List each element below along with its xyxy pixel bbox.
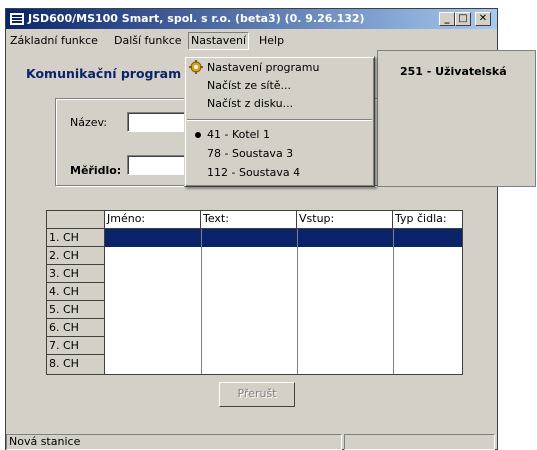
menu-item-nacist-z-disku[interactable]: Načíst z disku... (207, 95, 293, 113)
menu-help[interactable]: Help (257, 33, 286, 49)
menu-bar: Základní funkce Další funkce Nastavení H… (6, 30, 497, 50)
column-divider (297, 229, 298, 374)
column-header-vstup[interactable]: Vstup: (297, 211, 393, 229)
window-title: JSD600/MS100 Smart, spol. s r.o. (beta3)… (28, 12, 365, 25)
column-header-text[interactable]: Text: (201, 211, 297, 229)
column-divider (393, 229, 394, 374)
row-header-ch3[interactable]: 3. CH (47, 265, 105, 283)
stop-button[interactable]: Přerušt (219, 382, 295, 407)
menu-item-nacist-ze-site[interactable]: Načíst ze sítě... (207, 77, 291, 95)
menu-zakladni-funkce[interactable]: Základní funkce (8, 33, 100, 49)
close-button[interactable]: ✕ (475, 12, 491, 26)
row-header-ch8[interactable]: 8. CH (47, 355, 105, 374)
column-divider (201, 229, 202, 374)
row-header-ch2[interactable]: 2. CH (47, 247, 105, 265)
meter-label: Měřidlo: (70, 164, 122, 177)
nastaveni-dropdown-menu: Nastavení programu Načíst ze sítě... Nač… (184, 56, 375, 187)
menu-item-station-78[interactable]: 78 - Soustava 3 (207, 145, 293, 163)
menu-item-station-41[interactable]: 41 - Kotel 1 (207, 126, 270, 144)
minimize-button[interactable]: _ (439, 12, 455, 26)
menu-item-station-112[interactable]: 112 - Soustava 4 (207, 164, 300, 182)
title-bar[interactable]: JSD600/MS100 Smart, spol. s r.o. (beta3)… (6, 9, 497, 29)
status-text: Nová stanice (6, 434, 342, 450)
menu-separator (187, 119, 372, 121)
page-title: Komunikační program (26, 66, 182, 81)
status-bar: Nová stanice (6, 432, 497, 450)
radio-bullet-icon (195, 132, 201, 138)
gear-icon (189, 60, 203, 74)
row-header-ch5[interactable]: 5. CH (47, 301, 105, 319)
station-info-text: 251 - Uživatelská (400, 65, 507, 78)
status-panel-2 (344, 434, 495, 450)
row-header-ch7[interactable]: 7. CH (47, 337, 105, 355)
grid-corner (47, 211, 105, 229)
menu-dalsi-funkce[interactable]: Další funkce (112, 33, 184, 49)
channel-grid[interactable]: Jméno: Text: Vstup: Typ čidla: 1. CH 2. … (46, 210, 463, 375)
station-info-panel: 251 - Uživatelská (377, 50, 536, 187)
app-icon[interactable] (9, 12, 25, 26)
row-header-ch6[interactable]: 6. CH (47, 319, 105, 337)
selected-row-highlight[interactable] (105, 229, 462, 247)
row-header-ch4[interactable]: 4. CH (47, 283, 105, 301)
column-header-jmeno[interactable]: Jméno: (105, 211, 201, 229)
row-header-ch1[interactable]: 1. CH (47, 229, 105, 247)
maximize-button[interactable]: □ (455, 12, 471, 26)
menu-nastaveni[interactable]: Nastavení (188, 32, 250, 50)
column-header-typ-cidla[interactable]: Typ čidla: (393, 211, 462, 229)
name-label: Název: (70, 116, 108, 129)
menu-item-nastaveni-programu[interactable]: Nastavení programu (207, 59, 319, 77)
